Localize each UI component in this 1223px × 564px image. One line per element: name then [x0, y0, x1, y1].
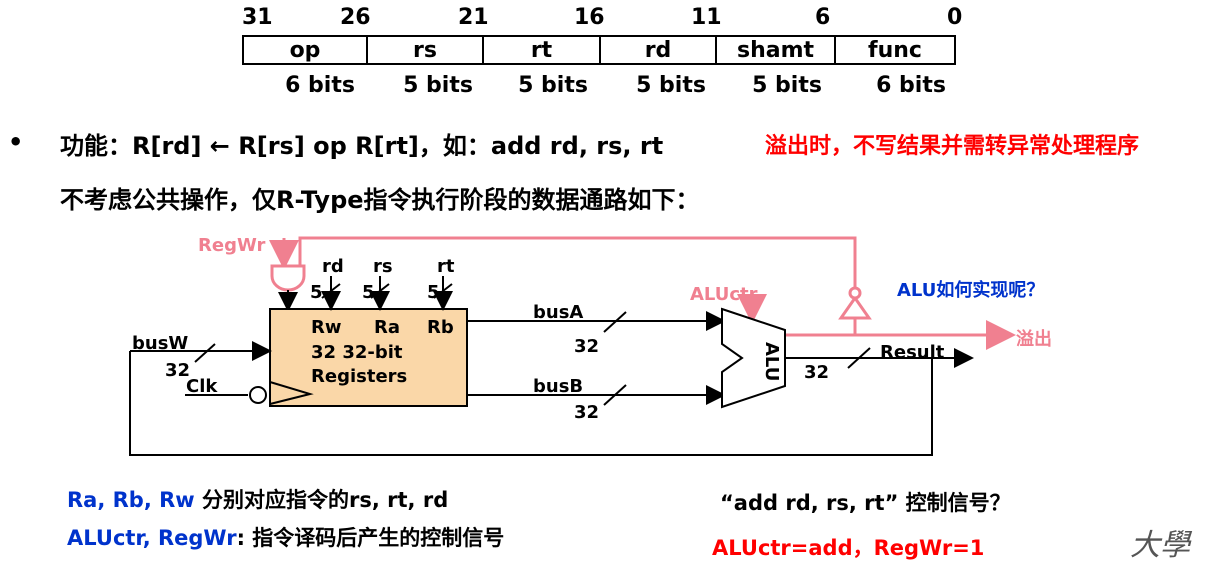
rd-width: 5 [310, 282, 323, 303]
aluctr-label: ALUctr [690, 284, 758, 305]
alu-label: ALU [761, 342, 782, 381]
result-label: Result [880, 342, 945, 363]
control-signals-desc: : 指令译码后产生的控制信号 [236, 526, 505, 550]
busb-label: busB [533, 376, 583, 397]
registers-label: Registers [311, 366, 407, 387]
clk-inverter-bubble [249, 386, 267, 404]
footer-line2: ALUctr, RegWr: 指令译码后产生的控制信号 [67, 522, 504, 552]
busb-width: 32 [574, 402, 599, 423]
ra-rb-rw-desc: 分别对应指令的rs, rt, rd [194, 488, 449, 512]
rs-width: 5 [362, 282, 375, 303]
clk-label: Clk [186, 376, 218, 397]
register-size-label: 32 32-bit [311, 342, 403, 363]
regwr-label: RegWr [198, 235, 265, 256]
rs-label: rs [373, 256, 393, 277]
overflow-label: 溢出 [1016, 328, 1052, 350]
busa-width: 32 [574, 336, 599, 357]
ra-rb-rw-text: Ra, Rb, Rw [67, 488, 195, 512]
footer-line1: Ra, Rb, Rw 分别对应指令的rs, rt, rd [67, 484, 448, 514]
and-gate [270, 264, 306, 292]
rd-label: rd [322, 256, 344, 277]
rw-label: Rw [311, 317, 342, 338]
busw-label: busW [132, 333, 188, 354]
alu-question: ALU如何实现呢？ [897, 279, 1044, 301]
datapath-diagram: RegWr rd rs rt 5 5 5 Rw Ra Rb 32 32-bit … [129, 235, 1052, 456]
control-signals-text: ALUctr, RegWr [67, 526, 237, 550]
control-question: “add rd, rs, rt” 控制信号？ [720, 491, 1011, 515]
result-width: 32 [804, 362, 829, 383]
rt-label: rt [437, 256, 455, 277]
rb-label: Rb [427, 317, 454, 338]
rt-width: 5 [427, 282, 440, 303]
control-answer: ALUctr=add，RegWr=1 [712, 536, 985, 560]
ra-label: Ra [374, 317, 400, 338]
busa-label: busA [533, 302, 583, 323]
university-logo: 大學 [1130, 528, 1190, 563]
